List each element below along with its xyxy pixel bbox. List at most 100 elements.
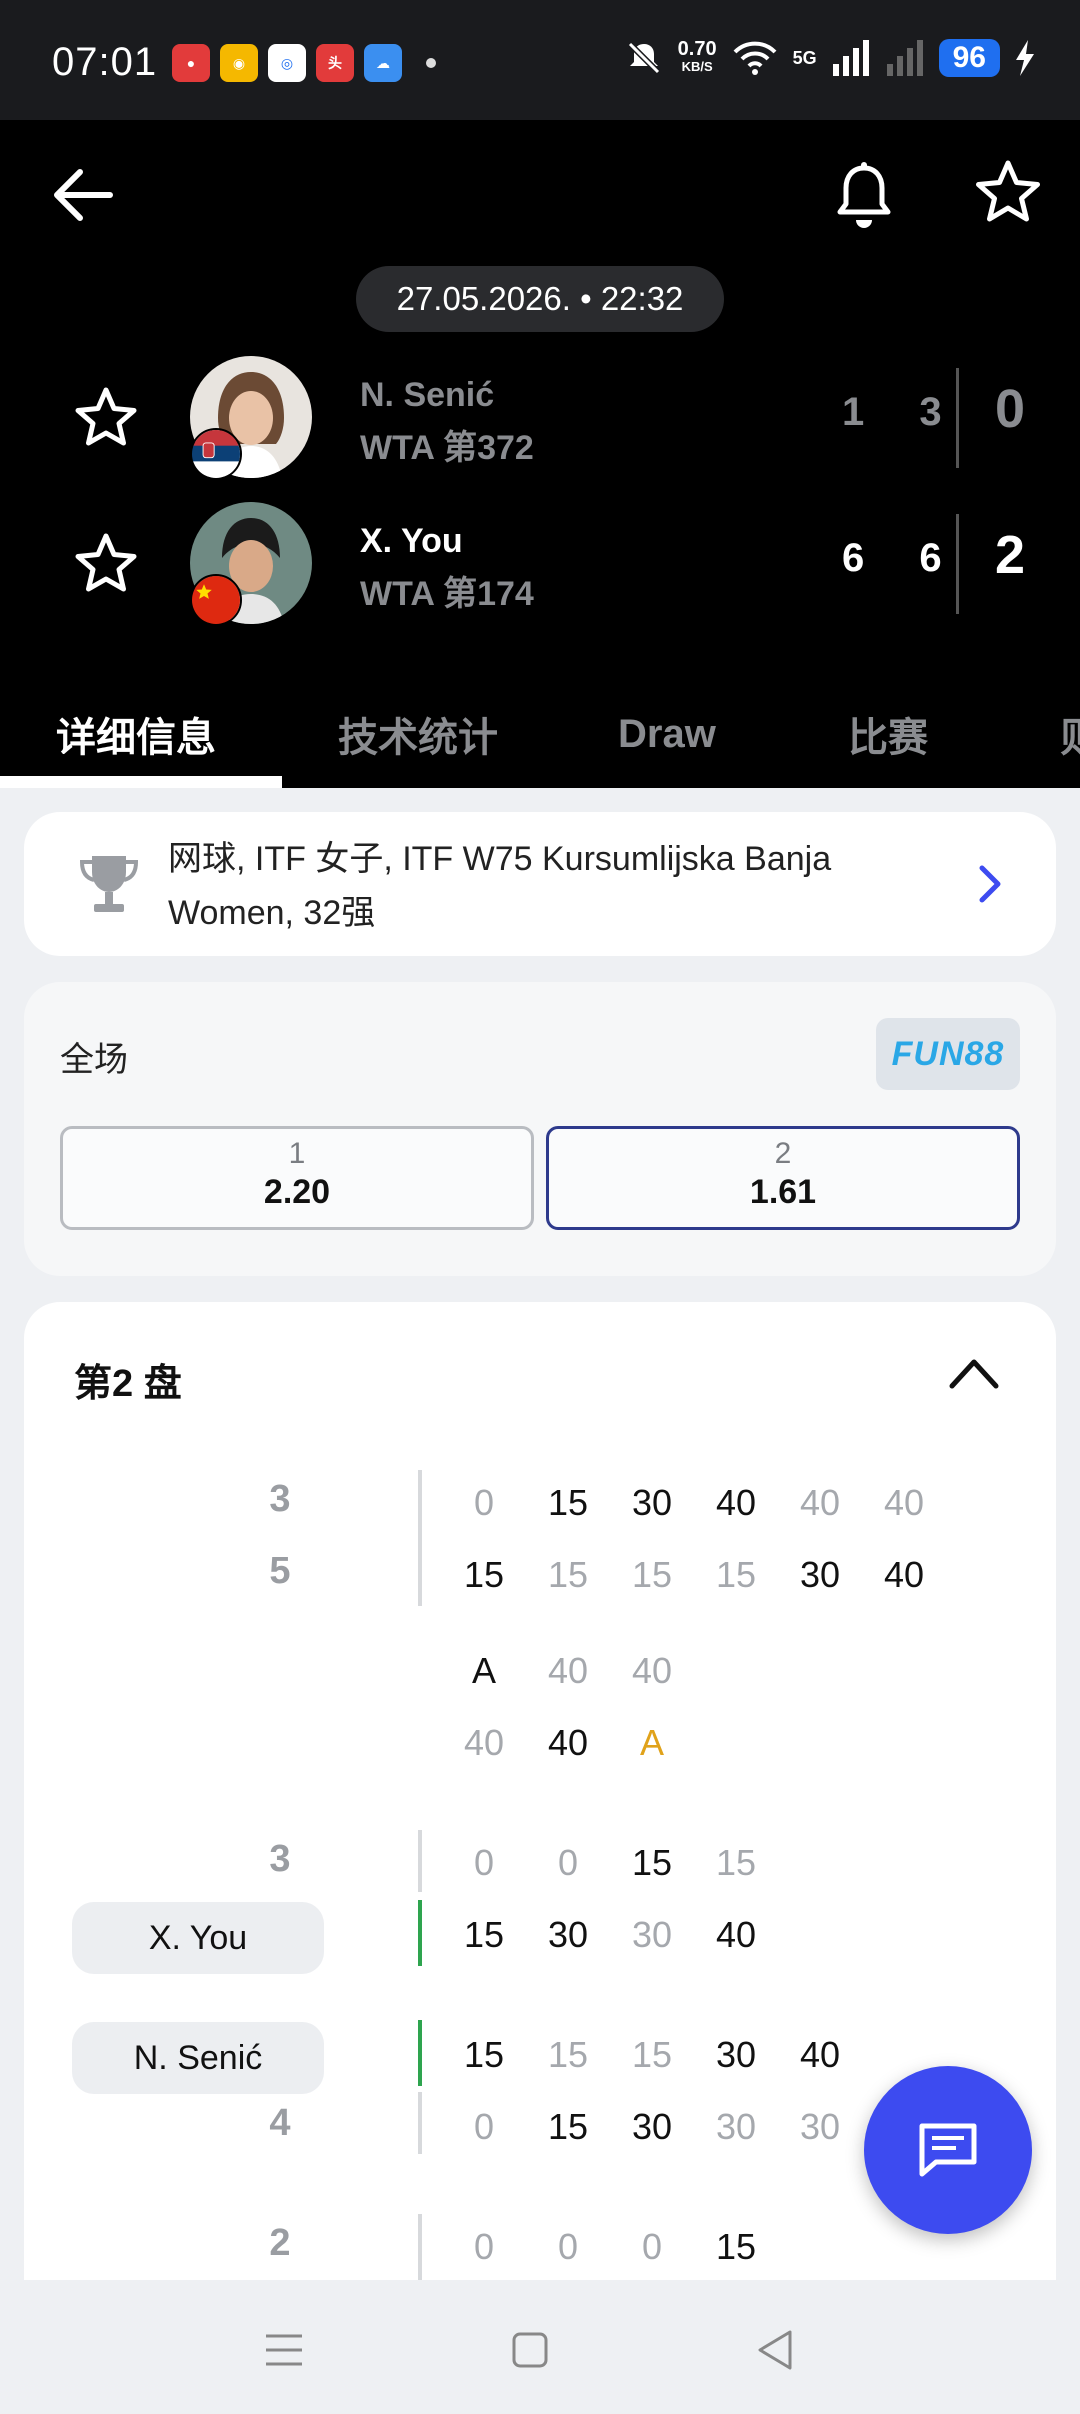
network-speed: 0.70 KB/S — [677, 38, 717, 74]
game-score-top: 3 — [269, 1838, 291, 1880]
wifi-icon — [733, 41, 777, 75]
odds-option-value: 1.61 — [749, 1173, 817, 1211]
score-divider — [956, 368, 959, 468]
point-score: 40 — [547, 1650, 589, 1691]
point-score: 15 — [547, 2034, 589, 2075]
server-pill: X. You — [72, 1902, 324, 1974]
star-icon[interactable] — [974, 158, 1042, 228]
system-nav-bar — [0, 2280, 1080, 2414]
news-app-icon: 头 — [316, 44, 354, 82]
score-divider — [956, 514, 959, 614]
chevron-right-icon — [979, 865, 1001, 903]
home-icon[interactable] — [500, 2320, 560, 2380]
odds-card: 全场 FUN88 1 2.20 2 1.61 — [24, 982, 1056, 1276]
point-score: 15 — [547, 1554, 589, 1595]
player-name[interactable]: N. Senić — [360, 376, 494, 415]
match-date: 27.05.2026. • 22:32 — [356, 266, 724, 332]
point-score: 30 — [799, 2106, 841, 2147]
point-score: 30 — [631, 1914, 673, 1955]
signal-icon — [832, 40, 869, 76]
bell-icon[interactable] — [832, 160, 896, 230]
player-set-scores: 6 6 — [842, 536, 964, 580]
point-score: 30 — [631, 2106, 673, 2147]
point-score: 30 — [547, 1914, 589, 1955]
point-score: 15 — [463, 1554, 505, 1595]
odds-option-2[interactable]: 2 1.61 — [546, 1126, 1020, 1230]
player-rank: WTA 第372 — [360, 429, 534, 467]
app-notification-icon: ● — [172, 44, 210, 82]
point-score: 40 — [799, 1482, 841, 1523]
advantage-point: A — [639, 1722, 664, 1763]
odds-option-1[interactable]: 1 2.20 — [60, 1126, 534, 1230]
point-score: 40 — [715, 1482, 757, 1523]
notification-icons: ● ◉ ◎ 头 ☁ — [172, 44, 436, 82]
china-flag — [190, 574, 242, 626]
menu-icon[interactable] — [254, 2320, 314, 2380]
point-score: 40 — [547, 1722, 589, 1763]
tab-matches[interactable]: 比赛 — [848, 680, 928, 788]
bookmaker-logo[interactable]: FUN88 — [876, 1018, 1020, 1090]
chat-button[interactable] — [864, 2066, 1032, 2234]
point-score: 40 — [463, 1722, 505, 1763]
score-separator — [418, 2092, 422, 2154]
point-score: 40 — [883, 1554, 925, 1595]
favorite-player-star-icon[interactable] — [74, 386, 138, 450]
point-score: 0 — [473, 1482, 495, 1523]
point-score: 15 — [463, 1914, 505, 1955]
tournament-label: 网球, ITF 女子, ITF W75 Kursumlijska Banja W… — [168, 840, 832, 932]
more-notifications-dot — [426, 58, 436, 68]
chevron-up-icon[interactable] — [946, 1352, 1002, 1392]
player-sets-won: 0 — [994, 379, 1026, 439]
favorite-player-star-icon[interactable] — [74, 532, 138, 596]
silent-bell-icon — [627, 41, 660, 75]
browser-icon: ◎ — [268, 44, 306, 82]
game-score-bottom: 5 — [269, 1550, 291, 1592]
point-score: 30 — [715, 2106, 757, 2147]
chat-icon — [919, 2123, 977, 2177]
server-indicator — [418, 2020, 422, 2086]
player-set-scores: 1 3 — [842, 390, 964, 434]
set-title: 第2 盘 — [74, 1363, 182, 1405]
point-score: 0 — [557, 1842, 579, 1883]
tab-stats[interactable]: 技术统计 — [338, 680, 498, 788]
game-score-top: 2 — [269, 2222, 291, 2264]
point-score: 0 — [641, 2226, 663, 2267]
point-score: 15 — [463, 2034, 505, 2075]
tournament-card[interactable]: 网球, ITF 女子, ITF W75 Kursumlijska Banja W… — [24, 812, 1056, 956]
weather-icon: ☁ — [364, 44, 402, 82]
point-score: 0 — [557, 2226, 579, 2267]
active-tab-indicator — [0, 776, 282, 788]
charging-icon — [1016, 40, 1034, 76]
battery-level: 96 — [938, 39, 1000, 77]
point-score: 0 — [473, 1842, 495, 1883]
tab-bar: 详细信息 技术统计 Draw 比赛 则 — [0, 680, 1080, 788]
point-score: 40 — [883, 1482, 925, 1523]
point-score: 0 — [473, 2226, 495, 2267]
match-header: 27.05.2026. • 22:32 N. Senić WTA 第372 1 … — [0, 120, 1080, 788]
game-score-top: 3 — [269, 1478, 291, 1520]
odds-option-value: 2.20 — [263, 1173, 331, 1211]
odds-option-label: 2 — [774, 1137, 792, 1170]
arrow-left-icon[interactable] — [48, 160, 118, 230]
player-sets-won: 2 — [994, 525, 1026, 585]
point-score: 15 — [631, 2034, 673, 2075]
point-score: A — [471, 1650, 496, 1691]
odds-option-label: 1 — [288, 1137, 306, 1170]
tab-more[interactable]: 则 — [1060, 680, 1080, 788]
player-row-2: X. You WTA 第174 6 6 2 — [0, 502, 1080, 626]
player-name[interactable]: X. You — [360, 522, 463, 561]
trophy-icon — [79, 856, 139, 912]
point-score: 40 — [631, 1650, 673, 1691]
tab-details[interactable]: 详细信息 — [56, 680, 216, 788]
status-time: 07:01 — [52, 40, 158, 84]
score-separator — [418, 2214, 422, 2284]
back-triangle-icon[interactable] — [746, 2320, 806, 2380]
point-score: 30 — [799, 1554, 841, 1595]
set-detail-card: 第2 盘 3 5 0 15 30 40 40 40 15 15 15 15 30… — [24, 1302, 1056, 2402]
point-score: 15 — [547, 1482, 589, 1523]
tab-draw[interactable]: Draw — [618, 680, 716, 788]
weibo-icon: ◉ — [220, 44, 258, 82]
player-row-1: N. Senić WTA 第372 1 3 0 — [0, 356, 1080, 480]
point-score: 15 — [715, 1842, 757, 1883]
score-separator — [418, 1830, 422, 1892]
